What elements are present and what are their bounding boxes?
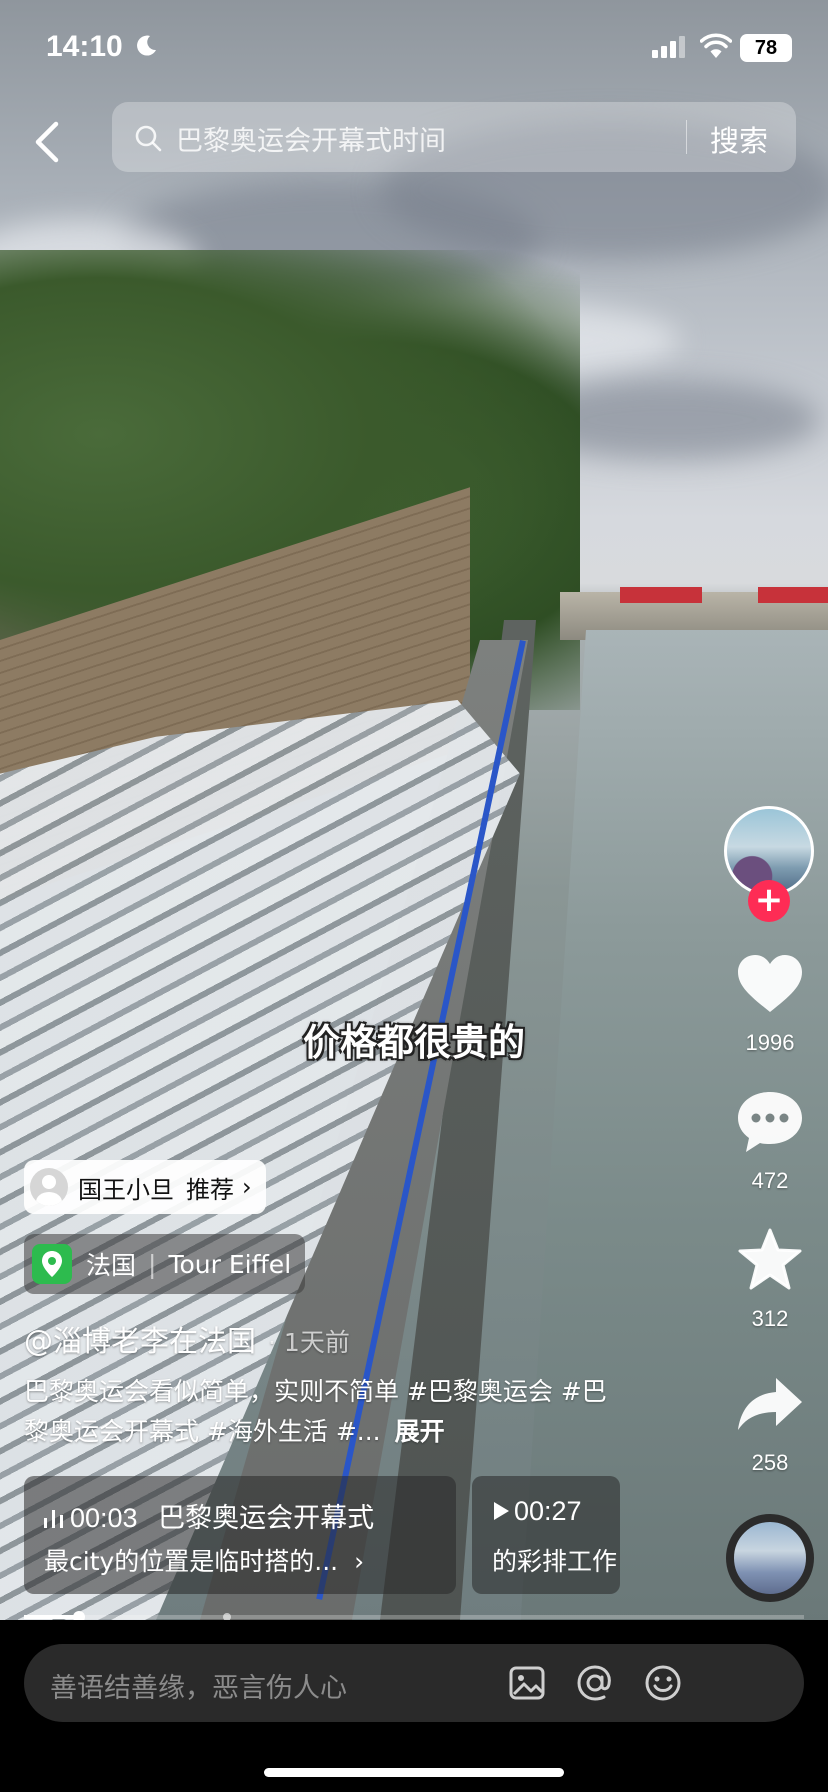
comment-input[interactable]: 善语结善缘，恶言伤人心 [24, 1644, 804, 1722]
search-bar[interactable]: 巴黎奥运会开幕式时间 搜索 [112, 102, 796, 172]
video-progress-bar[interactable] [24, 1611, 804, 1623]
at-icon[interactable] [576, 1664, 614, 1702]
home-indicator [264, 1768, 564, 1777]
video-subtitle: 价格都很贵的 [303, 1021, 525, 1064]
recommender-avatar [30, 1168, 68, 1206]
recommender-name: 国王小旦 [78, 1175, 174, 1204]
search-divider [686, 120, 687, 154]
share-count: 258 [751, 1450, 789, 1475]
search-input[interactable]: 巴黎奥运会开幕式时间 [176, 119, 676, 158]
chapter-header: 00:27 [492, 1496, 582, 1527]
expand-button[interactable]: 展开 [395, 1417, 445, 1446]
author-name[interactable]: @淄博老李在法国 [24, 1324, 256, 1358]
progress-fill [24, 1615, 79, 1619]
chapter-title: 巴黎奥运会开幕式 [158, 1503, 375, 1534]
video-feed-screen: 14:10 78 巴黎奥运会开幕式时间 搜索 + 1996 472 312 25… [0, 0, 828, 1792]
status-time: 14:10 [46, 30, 123, 63]
chevron-right-icon: › [242, 1173, 252, 1201]
comment-count: 472 [751, 1168, 789, 1193]
chapter-header: 00:03 巴黎奥运会开幕式 [44, 1496, 374, 1535]
star-icon[interactable] [736, 1228, 804, 1292]
chevron-right-icon: › [354, 1547, 365, 1576]
comment-bar: 善语结善缘，恶言伤人心 [0, 1620, 828, 1792]
share-icon[interactable] [736, 1374, 804, 1434]
red-banner [620, 587, 702, 603]
recommend-chip[interactable]: 国王小旦 推荐 › [24, 1160, 266, 1214]
post-time-value: 1天前 [283, 1328, 350, 1357]
author-line: @淄博老李在法国 · 1天前 [24, 1318, 350, 1360]
music-disc[interactable] [726, 1514, 814, 1602]
post-description: 巴黎奥运会看似简单，实则不简单 #巴黎奥运会 #巴黎奥运会开幕式 #海外生活 #… [24, 1372, 624, 1452]
comment-icon[interactable] [736, 1090, 804, 1154]
play-icon [494, 1502, 509, 1520]
location-country: 法国 [86, 1251, 137, 1280]
location-separator: | [148, 1249, 157, 1279]
audio-bars-icon [44, 1510, 63, 1528]
location-place: Tour Eiffel [168, 1249, 292, 1279]
search-button[interactable]: 搜索 [710, 118, 768, 160]
comment-placeholder: 善语结善缘，恶言伤人心 [50, 1673, 347, 1704]
chapter-card[interactable]: 00:27 的彩排工作 [472, 1476, 620, 1594]
chapter-subtitle: 最city的位置是临时搭的... [44, 1547, 339, 1576]
heart-icon[interactable] [736, 954, 804, 1014]
battery-icon: 78 [740, 34, 792, 62]
emoji-icon[interactable] [644, 1664, 682, 1702]
red-banner [758, 587, 828, 603]
chapter-card[interactable]: 00:03 巴黎奥运会开幕式 最city的位置是临时搭的... › [24, 1476, 456, 1594]
moon-icon [137, 35, 156, 56]
chapter-subtitle-row: 最city的位置是临时搭的... › [44, 1542, 364, 1578]
description-text: 巴黎奥运会看似简单，实则不简单 #巴黎奥运会 #巴黎奥运会开幕式 #海外生活 #… [24, 1377, 607, 1446]
status-bar: 14:10 78 [0, 0, 828, 96]
chapter-subtitle-row: 的彩排工作 [492, 1542, 617, 1578]
chapter-time: 00:27 [514, 1496, 582, 1526]
wifi-icon [700, 33, 732, 58]
cellular-signal-icon [652, 36, 685, 58]
follow-button[interactable]: + [748, 880, 790, 922]
search-icon [135, 125, 162, 152]
back-chevron-icon[interactable] [28, 118, 68, 166]
location-chip[interactable]: 法国 | Tour Eiffel [24, 1234, 306, 1294]
recommend-label: 推荐 [186, 1175, 234, 1204]
chapter-time: 00:03 [70, 1503, 138, 1533]
favorite-count: 312 [751, 1306, 789, 1331]
chapter-subtitle: 的彩排工作 [492, 1547, 618, 1576]
image-icon[interactable] [508, 1664, 546, 1702]
post-time: · 1天前 [268, 1328, 350, 1357]
location-pin-icon [32, 1244, 72, 1284]
